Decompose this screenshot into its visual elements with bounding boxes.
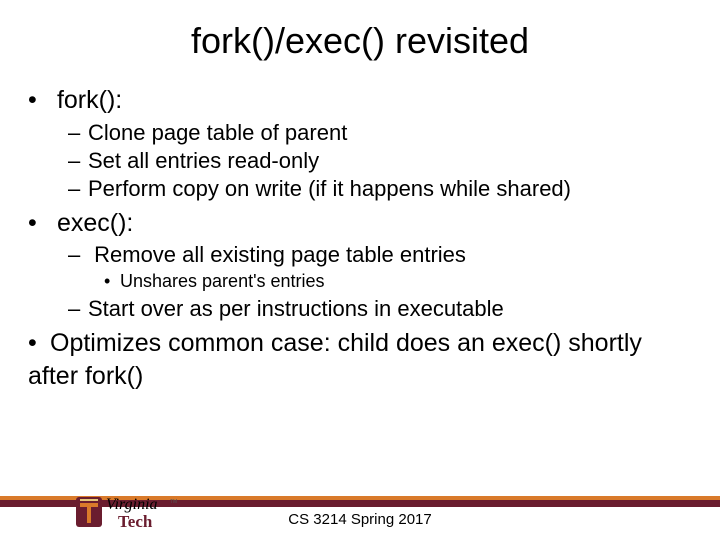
bullet-exec: exec(): Remove all existing page table e…: [28, 207, 692, 323]
bullet-list: fork(): Clone page table of parent Set a…: [28, 84, 692, 392]
bullet-text: Clone page table of parent: [88, 120, 347, 145]
sub-bullet: Set all entries read-only: [68, 147, 692, 175]
sub-bullet: Remove all existing page table entries U…: [68, 241, 692, 293]
footer: Virginia Tech TM CS 3214 Spring 2017: [0, 488, 720, 540]
sub-bullet: Start over as per instructions in execut…: [68, 295, 692, 323]
bullet-text: exec():: [57, 209, 133, 237]
slide: fork()/exec() revisited fork(): Clone pa…: [0, 0, 720, 540]
svg-text:TM: TM: [170, 499, 177, 505]
vt-logo: Virginia Tech TM: [76, 489, 186, 535]
bullet-text: Perform copy on write (if it happens whi…: [88, 176, 571, 201]
sub-bullet: Perform copy on write (if it happens whi…: [68, 175, 692, 203]
svg-text:Tech: Tech: [118, 512, 153, 531]
sublist: Clone page table of parent Set all entri…: [68, 119, 692, 203]
bullet-text: Set all entries read-only: [88, 148, 319, 173]
sublist: Remove all existing page table entries U…: [68, 241, 692, 323]
svg-text:Virginia: Virginia: [106, 496, 158, 513]
bullet-fork: fork(): Clone page table of parent Set a…: [28, 84, 692, 203]
bullet-text: fork():: [57, 86, 122, 114]
sub-bullet: Clone page table of parent: [68, 119, 692, 147]
bullet-optimize: Optimizes common case: child does an exe…: [28, 327, 692, 392]
bullet-text: Unshares parent's entries: [120, 271, 325, 291]
subsublist: Unshares parent's entries: [104, 270, 692, 293]
slide-title: fork()/exec() revisited: [28, 20, 692, 62]
bullet-text: Optimizes common case: child does an exe…: [28, 329, 642, 390]
subsub-bullet: Unshares parent's entries: [104, 270, 692, 293]
bullet-text: Start over as per instructions in execut…: [88, 296, 504, 321]
bullet-text: Remove all existing page table entries: [94, 242, 466, 267]
